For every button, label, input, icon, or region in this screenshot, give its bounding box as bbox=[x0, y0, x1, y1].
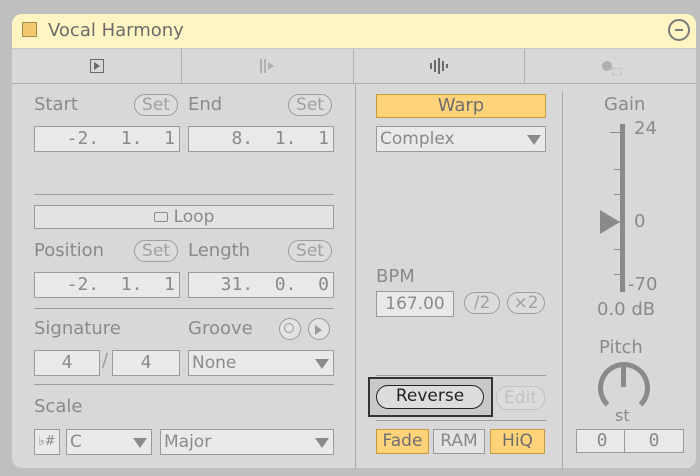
pitch-cents-field[interactable]: 0 bbox=[624, 429, 684, 453]
section-divider bbox=[355, 84, 356, 468]
pitch-label: Pitch bbox=[599, 337, 643, 358]
loop-button[interactable]: Loop bbox=[34, 205, 334, 229]
end-field[interactable]: 8. 1. 1 bbox=[188, 126, 334, 152]
signature-numerator[interactable]: 4 bbox=[34, 350, 100, 376]
loop-icon bbox=[153, 212, 168, 222]
reverse-button[interactable]: Reverse bbox=[376, 385, 484, 409]
title-bar: Vocal Harmony bbox=[12, 14, 696, 49]
gain-zero-label: 0 bbox=[634, 211, 646, 232]
play-clip-icon bbox=[89, 59, 104, 73]
bpm-half-button[interactable]: /2 bbox=[464, 292, 500, 314]
scale-mode-value: Major bbox=[164, 432, 212, 452]
fade-button[interactable]: Fade bbox=[376, 429, 429, 454]
bpm-field[interactable]: 167.00 bbox=[376, 291, 454, 317]
sample-waveform-icon bbox=[429, 58, 449, 74]
chevron-down-icon bbox=[315, 359, 329, 369]
ram-button[interactable]: RAM bbox=[433, 429, 485, 454]
gain-slider-thumb[interactable] bbox=[600, 210, 620, 234]
divider bbox=[376, 420, 546, 421]
scale-mode-select[interactable]: Major bbox=[160, 429, 334, 455]
length-set-button[interactable]: Set bbox=[288, 240, 332, 262]
divider bbox=[34, 308, 334, 309]
signature-label: Signature bbox=[34, 318, 121, 339]
gain-max-label: 24 bbox=[634, 118, 657, 139]
divider bbox=[34, 194, 334, 195]
clip-view: Vocal Harmony Start Set End Set -2. 1. 1… bbox=[0, 0, 700, 476]
gain-label: Gain bbox=[604, 94, 646, 115]
scale-toggle[interactable]: ♭# bbox=[34, 429, 60, 455]
start-field[interactable]: -2. 1. 1 bbox=[34, 126, 180, 152]
groove-label: Groove bbox=[188, 318, 253, 339]
chevron-down-icon bbox=[133, 438, 147, 448]
gain-value: 0.0 dB bbox=[597, 299, 656, 320]
chevron-down-icon bbox=[315, 438, 329, 448]
position-field[interactable]: -2. 1. 1 bbox=[34, 272, 180, 298]
section-divider bbox=[562, 92, 563, 468]
clip-color-swatch[interactable] bbox=[22, 22, 37, 37]
clip-activator-button[interactable] bbox=[668, 19, 690, 41]
edit-button[interactable]: Edit bbox=[496, 386, 545, 410]
pitch-semitones-field[interactable]: 0 bbox=[576, 429, 628, 453]
signature-denominator[interactable]: 4 bbox=[112, 350, 180, 376]
end-label: End bbox=[188, 94, 223, 115]
scale-label: Scale bbox=[34, 396, 83, 417]
clip-panel: Vocal Harmony Start Set End Set -2. 1. 1… bbox=[12, 14, 696, 468]
warp-mode-value: Complex bbox=[380, 129, 455, 149]
pitch-unit: st bbox=[615, 406, 630, 425]
bpm-label: BPM bbox=[376, 266, 415, 287]
bpm-double-button[interactable]: ×2 bbox=[507, 292, 545, 314]
length-field[interactable]: 31. 0. 0 bbox=[188, 272, 334, 298]
reverse-highlight: Reverse bbox=[368, 377, 493, 417]
tab-bar bbox=[12, 49, 696, 84]
gain-min-label: -70 bbox=[628, 274, 658, 295]
warp-mode-select[interactable]: Complex bbox=[376, 126, 546, 152]
divider bbox=[376, 375, 546, 376]
launch-icon bbox=[259, 59, 276, 73]
length-label: Length bbox=[188, 240, 251, 261]
tab-sample[interactable] bbox=[354, 49, 525, 83]
scale-root-value: C bbox=[70, 432, 82, 452]
groove-hot-swap-icon[interactable] bbox=[279, 318, 301, 340]
gain-slider-track bbox=[620, 124, 625, 292]
tab-envelopes[interactable] bbox=[525, 49, 696, 83]
hiq-button[interactable]: HiQ bbox=[490, 429, 545, 454]
groove-select[interactable]: None bbox=[188, 350, 334, 376]
loop-label: Loop bbox=[173, 207, 215, 227]
tab-clip[interactable] bbox=[12, 49, 182, 83]
start-label: Start bbox=[34, 94, 78, 115]
warp-button[interactable]: Warp bbox=[376, 94, 546, 118]
envelopes-icon bbox=[600, 58, 622, 75]
chevron-down-icon bbox=[527, 135, 541, 145]
signature-separator: / bbox=[102, 350, 109, 371]
scale-root-select[interactable]: C bbox=[66, 429, 152, 455]
start-set-button[interactable]: Set bbox=[134, 94, 178, 116]
groove-commit-icon[interactable] bbox=[308, 318, 330, 340]
divider bbox=[34, 384, 334, 385]
position-label: Position bbox=[34, 240, 105, 261]
tab-launch[interactable] bbox=[182, 49, 354, 83]
end-set-button[interactable]: Set bbox=[288, 94, 332, 116]
position-set-button[interactable]: Set bbox=[134, 240, 178, 262]
groove-value: None bbox=[192, 353, 237, 373]
clip-title: Vocal Harmony bbox=[48, 20, 184, 41]
